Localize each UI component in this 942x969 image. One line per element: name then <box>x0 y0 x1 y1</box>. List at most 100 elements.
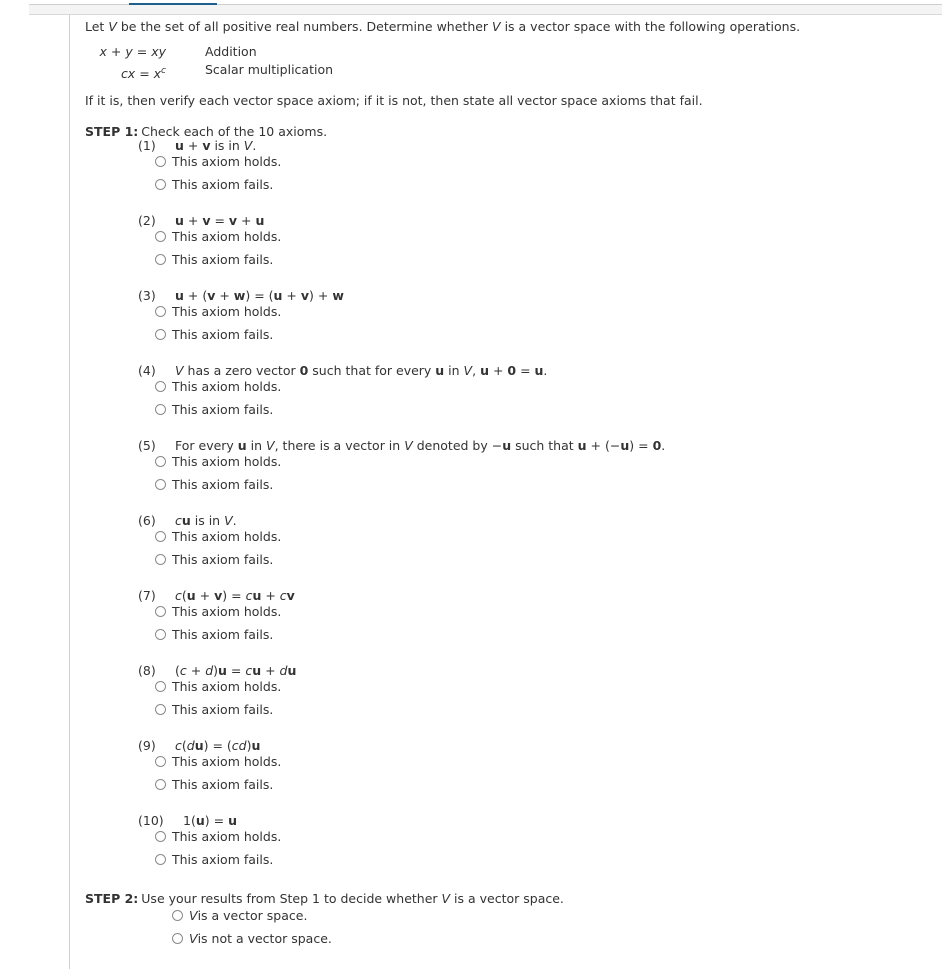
bold-vector: u <box>577 438 587 453</box>
var-v: V <box>441 891 451 906</box>
radio-button[interactable] <box>172 932 183 944</box>
axiom-number: (2) <box>138 213 156 228</box>
bold-vector: u <box>251 738 261 753</box>
axiom-formula: 1(u) = u <box>183 813 237 828</box>
step-label: STEP 2: <box>85 891 139 906</box>
option-axiom-holds[interactable]: This axiom holds. <box>155 378 547 394</box>
italic-var: V <box>224 513 233 528</box>
axiom-statement: (2) u + v = v + u <box>138 214 281 228</box>
italic-var: d <box>205 663 214 678</box>
operation-label: Scalar multiplication <box>205 62 334 77</box>
axiom-number: (10) <box>138 813 164 828</box>
italic-var: cd <box>231 738 247 753</box>
option-is-not-vector-space[interactable]: V is not a vector space. <box>172 930 564 946</box>
radio-button[interactable] <box>155 178 166 190</box>
option-axiom-fails[interactable]: This axiom fails. <box>155 251 281 267</box>
option-axiom-fails[interactable]: This axiom fails. <box>155 626 295 642</box>
radio-button[interactable] <box>155 530 166 542</box>
scalar-cx: cx <box>120 66 136 82</box>
radio-button[interactable] <box>155 478 166 490</box>
option-axiom-holds[interactable]: This axiom holds. <box>155 828 281 844</box>
option-axiom-fails[interactable]: This axiom fails. <box>155 326 344 342</box>
axiom-formula: u + v = v + u <box>175 213 265 228</box>
option-axiom-fails[interactable]: This axiom fails. <box>155 551 281 567</box>
axiom-statement: (9) c(du) = (cd)u <box>138 739 281 753</box>
radio-button[interactable] <box>155 755 166 767</box>
option-label: This axiom holds. <box>172 828 282 844</box>
step-1: STEP 1: Check each of the 10 axioms. (1) u… <box>85 124 665 867</box>
radio-button[interactable] <box>155 830 166 842</box>
axiom-number: (5) <box>138 438 156 453</box>
italic-var: c <box>175 738 182 753</box>
step-text: is a vector space. <box>450 891 564 906</box>
axiom-statement: (10) 1(u) = u <box>138 814 281 828</box>
top-panel-bar <box>29 3 942 15</box>
radio-button[interactable] <box>155 605 166 617</box>
radio-button[interactable] <box>155 328 166 340</box>
bold-vector: w <box>233 288 246 303</box>
radio-button[interactable] <box>155 680 166 692</box>
option-axiom-fails[interactable]: This axiom fails. <box>155 176 281 192</box>
axiom-1: (1) u + v is in V. This axiom holds. This a… <box>138 139 281 192</box>
axiom-2: (2) u + v = v + u This axiom holds. This ax… <box>138 214 281 267</box>
italic-var: c <box>175 588 182 603</box>
bold-vector: u <box>194 738 204 753</box>
option-axiom-holds[interactable]: This axiom holds. <box>155 153 281 169</box>
option-axiom-fails[interactable]: This axiom fails. <box>155 776 281 792</box>
radio-button[interactable] <box>155 403 166 415</box>
option-axiom-holds[interactable]: This axiom holds. <box>155 303 344 319</box>
radio-button[interactable] <box>172 909 183 921</box>
axiom-formula: cu is in V. <box>175 513 237 528</box>
radio-button[interactable] <box>155 628 166 640</box>
option-axiom-holds[interactable]: This axiom holds. <box>155 228 281 244</box>
option-label: is not a vector space. <box>197 930 332 946</box>
option-label: This axiom holds. <box>172 603 282 619</box>
option-is-vector-space[interactable]: V is a vector space. <box>172 907 564 923</box>
bold-vector: 0 <box>652 438 662 453</box>
bold-vector: u <box>175 288 184 303</box>
option-axiom-fails[interactable]: This axiom fails. <box>155 476 665 492</box>
radio-button[interactable] <box>155 230 166 242</box>
option-axiom-holds[interactable]: This axiom holds. <box>155 528 281 544</box>
bold-vector: w <box>332 288 344 303</box>
bold-vector: v <box>228 213 238 228</box>
bold-vector: v <box>286 588 295 603</box>
radio-button[interactable] <box>155 778 166 790</box>
option-axiom-fails[interactable]: This axiom fails. <box>155 701 296 717</box>
option-axiom-holds[interactable]: This axiom holds. <box>155 678 296 694</box>
step-text: Check each of the 10 axioms. <box>141 124 328 139</box>
problem-intro: Let V be the set of all positive real nu… <box>85 18 942 36</box>
bold-vector: u <box>175 138 184 153</box>
radio-button[interactable] <box>155 703 166 715</box>
option-axiom-fails[interactable]: This axiom fails. <box>155 401 547 417</box>
addition-formula: x + y = xy <box>85 43 205 61</box>
option-label: This axiom holds. <box>172 303 282 319</box>
italic-var: V <box>243 138 253 153</box>
italic-var: V <box>266 438 275 453</box>
radio-button[interactable] <box>155 155 166 167</box>
active-tab-indicator <box>129 3 217 5</box>
option-axiom-holds[interactable]: This axiom holds. <box>155 753 281 769</box>
radio-button[interactable] <box>155 553 166 565</box>
axiom-formula: u + v is in V. <box>175 138 257 153</box>
radio-button[interactable] <box>155 253 166 265</box>
bold-vector: u <box>534 363 544 378</box>
option-axiom-holds[interactable]: This axiom holds. <box>155 453 665 469</box>
radio-button[interactable] <box>155 853 166 865</box>
radio-button[interactable] <box>155 305 166 317</box>
exponent-c: c <box>161 66 166 76</box>
radio-button[interactable] <box>155 380 166 392</box>
italic-var: V <box>463 363 473 378</box>
intro-text: be the set of all positive real numbers.… <box>116 19 493 34</box>
step-label: STEP 1: <box>85 124 139 139</box>
radio-button[interactable] <box>155 455 166 467</box>
option-label: This axiom holds. <box>172 378 282 394</box>
axiom-number: (9) <box>138 738 156 753</box>
italic-var: c <box>279 588 287 603</box>
option-label: This axiom holds. <box>172 753 282 769</box>
left-border <box>69 15 70 969</box>
option-axiom-holds[interactable]: This axiom holds. <box>155 603 295 619</box>
option-axiom-fails[interactable]: This axiom fails. <box>155 851 281 867</box>
axiom-formula: c(du) = (cd)u <box>175 738 261 753</box>
option-label: This axiom fails. <box>172 251 274 267</box>
